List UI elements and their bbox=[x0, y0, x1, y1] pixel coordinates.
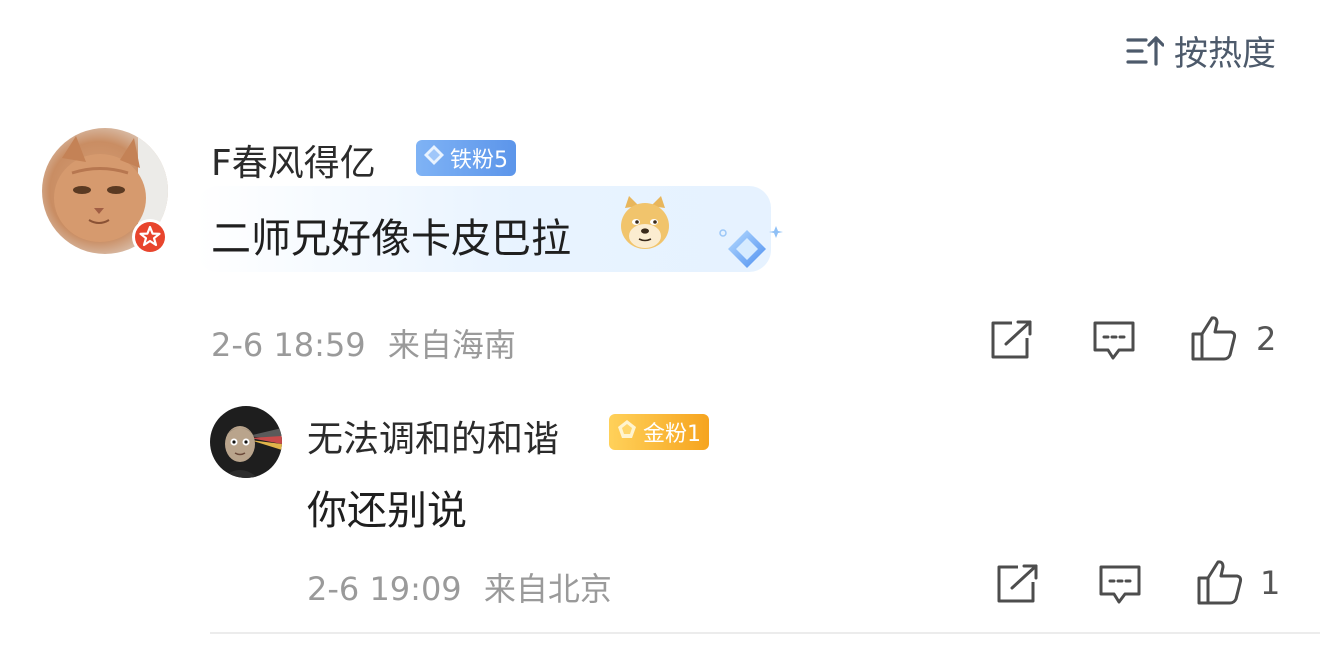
sort-label: 按热度 bbox=[1174, 34, 1276, 74]
gold-gem-icon bbox=[615, 417, 639, 447]
reply-location: 来自北京 bbox=[483, 570, 612, 608]
comment-meta: 2-6 18:59 来自海南 bbox=[211, 320, 516, 366]
reply-like-count: 1 bbox=[1260, 564, 1281, 602]
comment-text: 二师兄好像卡皮巴拉 bbox=[211, 216, 571, 262]
comment-icon bbox=[1092, 321, 1136, 366]
share-icon bbox=[996, 564, 1040, 608]
comment-location: 来自海南 bbox=[387, 326, 516, 364]
comment-username[interactable]: F春风得亿 bbox=[211, 134, 376, 186]
verified-badge-icon bbox=[131, 218, 169, 256]
share-icon bbox=[990, 320, 1034, 364]
like-count: 2 bbox=[1256, 320, 1277, 358]
reply-button[interactable] bbox=[1092, 320, 1136, 366]
fan-level-badge: 铁粉5 bbox=[416, 140, 516, 176]
comment-time: 2-6 18:59 bbox=[211, 326, 366, 364]
reply-comment-button[interactable] bbox=[1098, 564, 1142, 610]
reply-username[interactable]: 无法调和的和谐 bbox=[307, 410, 559, 462]
sparkle-gem-icon bbox=[714, 222, 788, 282]
like-button[interactable] bbox=[1190, 314, 1238, 366]
comment-thread: 按热度 F春风得亿 铁粉5 二师兄好像卡皮巴拉 2-6 18:59 来自海南 2… bbox=[0, 0, 1320, 664]
divider bbox=[210, 632, 1320, 634]
reply-fan-level-badge: 金粉1 bbox=[609, 414, 709, 450]
doge-emoji bbox=[619, 194, 671, 252]
sort-by-hot-button[interactable]: 按热度 bbox=[1126, 26, 1276, 75]
reply-text: 你还别说 bbox=[307, 488, 467, 534]
share-button[interactable] bbox=[990, 320, 1034, 364]
diamond-icon bbox=[422, 143, 446, 173]
thumbs-up-icon bbox=[1196, 560, 1244, 610]
sort-icon bbox=[1126, 34, 1164, 68]
reply-meta: 2-6 19:09 来自北京 bbox=[307, 564, 612, 610]
comment-icon bbox=[1098, 565, 1142, 610]
reply-like-button[interactable] bbox=[1196, 558, 1244, 610]
thumbs-up-icon bbox=[1190, 316, 1238, 366]
reply-time: 2-6 19:09 bbox=[307, 570, 462, 608]
reply-share-button[interactable] bbox=[996, 564, 1040, 608]
reply-avatar[interactable] bbox=[210, 406, 282, 478]
